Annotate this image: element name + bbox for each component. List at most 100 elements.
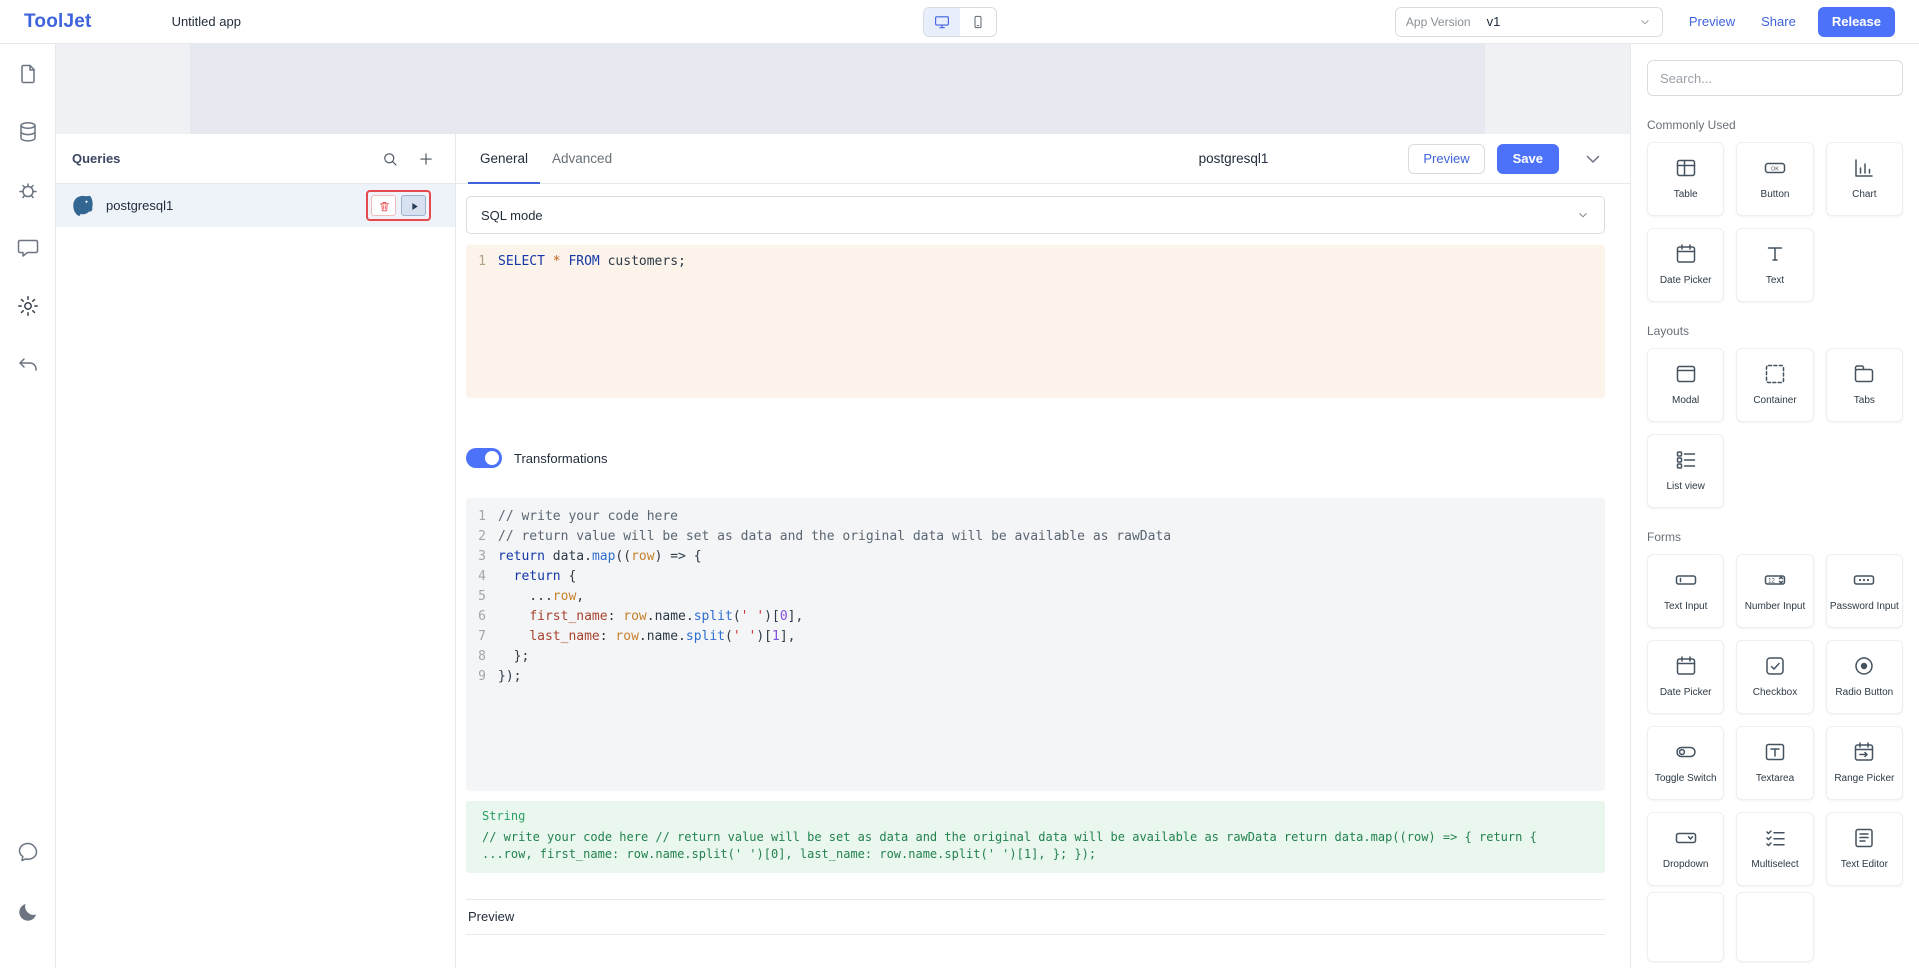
widget-sections: Commonly Used TableOKButtonChart Date Pick… [1647, 118, 1903, 962]
widget-label: Radio Button [1830, 687, 1899, 699]
widget-section-title: Layouts [1647, 324, 1903, 338]
app-version-select[interactable]: App Version v1 [1395, 7, 1663, 37]
chevron-down-icon[interactable] [1581, 147, 1605, 171]
widget-card-dropdown[interactable]: Dropdown [1647, 812, 1724, 886]
widget-search-input[interactable] [1647, 60, 1903, 96]
result-text: // write your code here // return value … [482, 829, 1589, 863]
main: Queries postgresql1 [0, 44, 1919, 968]
result-type-badge: String [482, 809, 1589, 823]
widget-card-textarea[interactable]: Textarea [1736, 726, 1813, 800]
postgresql-icon [70, 193, 96, 219]
widget-card-partial[interactable] [1647, 892, 1724, 962]
line-number: 5 [466, 587, 498, 607]
chat-icon[interactable] [16, 840, 40, 864]
sql-mode-select[interactable]: SQL mode [466, 196, 1605, 234]
line-number: 2 [466, 527, 498, 547]
preview-link[interactable]: Preview [1689, 14, 1735, 29]
widget-card-rangepicker[interactable]: Range Picker [1826, 726, 1903, 800]
numberinput-icon: 12 [1763, 568, 1787, 592]
pages-icon[interactable] [16, 62, 40, 86]
widget-card-numberinput[interactable]: 12 Number Input [1736, 554, 1813, 628]
widget-label: Multiselect [1740, 859, 1809, 871]
widget-card-text[interactable]: Text [1736, 228, 1813, 302]
run-query-button[interactable] [401, 195, 426, 216]
queries-panel-header: Queries [56, 134, 455, 184]
widget-card-table[interactable]: Table [1647, 142, 1724, 216]
code-line: 9}); [466, 667, 1605, 687]
desktop-toggle-button[interactable] [924, 8, 960, 36]
app-canvas[interactable] [190, 44, 1485, 134]
widget-label: Checkbox [1740, 687, 1809, 699]
tabs-icon [1852, 362, 1876, 386]
widget-card-toggleswitch[interactable]: Toggle Switch [1647, 726, 1724, 800]
database-icon[interactable] [16, 120, 40, 144]
add-query-icon[interactable] [417, 150, 435, 168]
inspector-icon[interactable] [16, 236, 40, 260]
widget-label: Button [1740, 189, 1809, 201]
widget-card-button[interactable]: OKButton [1736, 142, 1813, 216]
widget-label: Text Input [1651, 601, 1720, 613]
widget-card-checkbox[interactable]: Checkbox [1736, 640, 1813, 714]
line-number: 8 [466, 647, 498, 667]
widgets-sidebar: Commonly Used TableOKButtonChart Date Pick… [1630, 44, 1919, 968]
widget-card-multiselect[interactable]: Multiselect [1736, 812, 1813, 886]
widget-card-container[interactable]: Container [1736, 348, 1813, 422]
device-toggle [923, 7, 997, 37]
widget-card-textinput[interactable]: Text Input [1647, 554, 1724, 628]
tab-general[interactable]: General [468, 134, 540, 184]
debugger-icon[interactable] [16, 178, 40, 202]
modal-icon [1674, 362, 1698, 386]
release-button[interactable]: Release [1818, 7, 1895, 37]
radiobutton-icon [1852, 654, 1876, 678]
widget-label: Date Picker [1651, 687, 1720, 699]
widget-card-chart[interactable]: Chart [1826, 142, 1903, 216]
table-icon [1674, 156, 1698, 180]
app-canvas-area [56, 44, 1630, 134]
widget-label: Text Editor [1830, 859, 1899, 871]
play-icon [408, 200, 419, 211]
editor-query-name[interactable]: postgresql1 [1199, 151, 1269, 166]
query-preview-button[interactable]: Preview [1408, 144, 1484, 174]
query-save-button[interactable]: Save [1497, 144, 1559, 174]
widget-card-passwordinput[interactable]: Password Input [1826, 554, 1903, 628]
sql-code-editor[interactable]: 1SELECT * FROM customers; [466, 245, 1605, 398]
texteditor-icon [1852, 826, 1876, 850]
widget-card-partial[interactable] [1736, 892, 1813, 962]
widget-label: Text [1740, 275, 1809, 287]
transformation-code-editor[interactable]: 1// write your code here2// return value… [466, 498, 1605, 791]
sql-mode-value: SQL mode [481, 208, 543, 223]
tooljet-logo[interactable]: ToolJet [24, 11, 92, 33]
widget-card-texteditor[interactable]: Text Editor [1826, 812, 1903, 886]
widget-card-listview[interactable]: List view [1647, 434, 1724, 508]
search-icon[interactable] [381, 150, 399, 168]
mobile-toggle-button[interactable] [960, 8, 996, 36]
tab-advanced[interactable]: Advanced [540, 134, 624, 184]
passwordinput-icon [1852, 568, 1876, 592]
widget-card-modal[interactable]: Modal [1647, 348, 1724, 422]
widget-card-tabs[interactable]: Tabs [1826, 348, 1903, 422]
chevron-down-icon [1576, 208, 1590, 222]
transformations-toggle[interactable] [466, 448, 502, 468]
dark-mode-icon[interactable] [16, 900, 40, 924]
widget-card-radiobutton[interactable]: Radio Button [1826, 640, 1903, 714]
query-editor-panel: General Advanced postgresql1 Preview Sav… [456, 134, 1630, 968]
center-column: Queries postgresql1 [56, 44, 1630, 968]
transformations-label: Transformations [514, 451, 607, 466]
textarea-icon [1763, 740, 1787, 764]
undo-arrow-icon[interactable] [16, 352, 40, 376]
widget-section-title: Commonly Used [1647, 118, 1903, 132]
share-link[interactable]: Share [1761, 14, 1796, 29]
widget-card-datepicker[interactable]: Date Picker [1647, 228, 1724, 302]
app-name[interactable]: Untitled app [172, 14, 241, 29]
line-number: 7 [466, 627, 498, 647]
settings-icon[interactable] [16, 294, 40, 318]
widget-label: Number Input [1740, 601, 1809, 613]
code-line: 5 ...row, [466, 587, 1605, 607]
delete-query-button[interactable] [371, 195, 396, 216]
container-icon [1763, 362, 1787, 386]
preview-section[interactable]: Preview [466, 899, 1605, 935]
code-line: 4 return { [466, 567, 1605, 587]
query-list-item[interactable]: postgresql1 [56, 184, 455, 227]
widget-card-datepicker[interactable]: Date Picker [1647, 640, 1724, 714]
rangepicker-icon [1852, 740, 1876, 764]
